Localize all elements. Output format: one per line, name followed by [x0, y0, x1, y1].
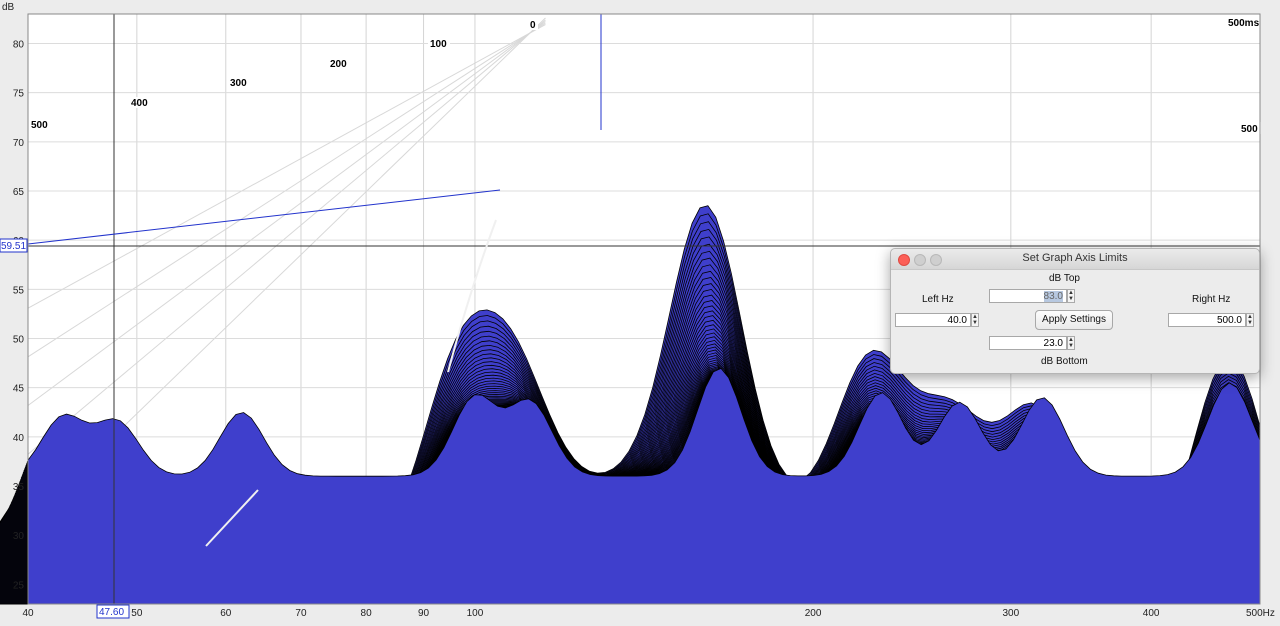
apply-settings-button[interactable]: Apply Settings: [1035, 310, 1113, 330]
cursor-level-label: 59.51: [1, 241, 26, 252]
axis-limits-dialog[interactable]: Set Graph Axis Limits dB Top 83.0 ▲ ▼ Lef…: [890, 248, 1260, 374]
x-tick-label: 400: [1143, 608, 1160, 619]
x-tick-label: 70: [295, 608, 307, 619]
y-tick-label: 70: [13, 138, 25, 149]
y-tick-label: 25: [13, 580, 25, 591]
cursor-frequency-label: 47.60: [99, 607, 124, 618]
dialog-titlebar[interactable]: Set Graph Axis Limits: [891, 249, 1259, 270]
x-axis-ticks: 40 50 60 70 80 90 100 200 300 400 500Hz: [22, 608, 1274, 619]
x-tick-label: 60: [220, 608, 232, 619]
y-tick-label: 75: [13, 89, 25, 100]
dialog-title: Set Graph Axis Limits: [1022, 252, 1128, 264]
x-tick-label: 40: [22, 608, 34, 619]
time-label: 100: [430, 39, 447, 50]
x-tick-label: 300: [1002, 608, 1019, 619]
x-tick-label: 100: [467, 608, 484, 619]
right-hz-field[interactable]: 500.0: [1168, 313, 1246, 327]
x-axis-end-label: 500Hz: [1246, 608, 1275, 619]
y-axis-unit: dB: [2, 2, 15, 13]
y-tick-label: 35: [13, 482, 25, 493]
left-hz-caption: Left Hz: [922, 294, 954, 305]
time-label: 200: [330, 59, 347, 70]
time-label: 0: [530, 20, 536, 31]
y-tick-label: 40: [13, 433, 25, 444]
right-hz-stepper[interactable]: ▲ ▼: [1246, 313, 1254, 327]
time-label: 400: [131, 98, 148, 109]
x-tick-label: 200: [805, 608, 822, 619]
top-db-field[interactable]: 83.0: [989, 289, 1067, 303]
bottom-db-stepper[interactable]: ▲ ▼: [1067, 336, 1075, 350]
right-time-label: 500: [1241, 124, 1258, 135]
top-db-stepper[interactable]: ▲ ▼: [1067, 289, 1075, 303]
left-hz-stepper[interactable]: ▲ ▼: [971, 313, 979, 327]
x-tick-label: 80: [361, 608, 373, 619]
y-tick-label: 30: [13, 531, 25, 542]
top-caption: dB Top: [1049, 273, 1080, 284]
bottom-caption: dB Bottom: [1041, 356, 1088, 367]
y-tick-label: 45: [13, 384, 25, 395]
time-end-label: 500ms: [1228, 18, 1260, 29]
left-hz-field[interactable]: 40.0: [895, 313, 971, 327]
right-hz-caption: Right Hz: [1192, 294, 1231, 305]
bottom-db-field[interactable]: 23.0: [989, 336, 1067, 350]
y-tick-label: 50: [13, 335, 25, 346]
y-tick-label: 65: [13, 187, 25, 198]
y-tick-label: 80: [13, 40, 25, 51]
time-label: 500: [31, 120, 48, 131]
time-label: 300: [230, 78, 247, 89]
y-tick-label: 55: [13, 285, 25, 296]
x-tick-label: 50: [131, 608, 143, 619]
x-tick-label: 90: [418, 608, 430, 619]
